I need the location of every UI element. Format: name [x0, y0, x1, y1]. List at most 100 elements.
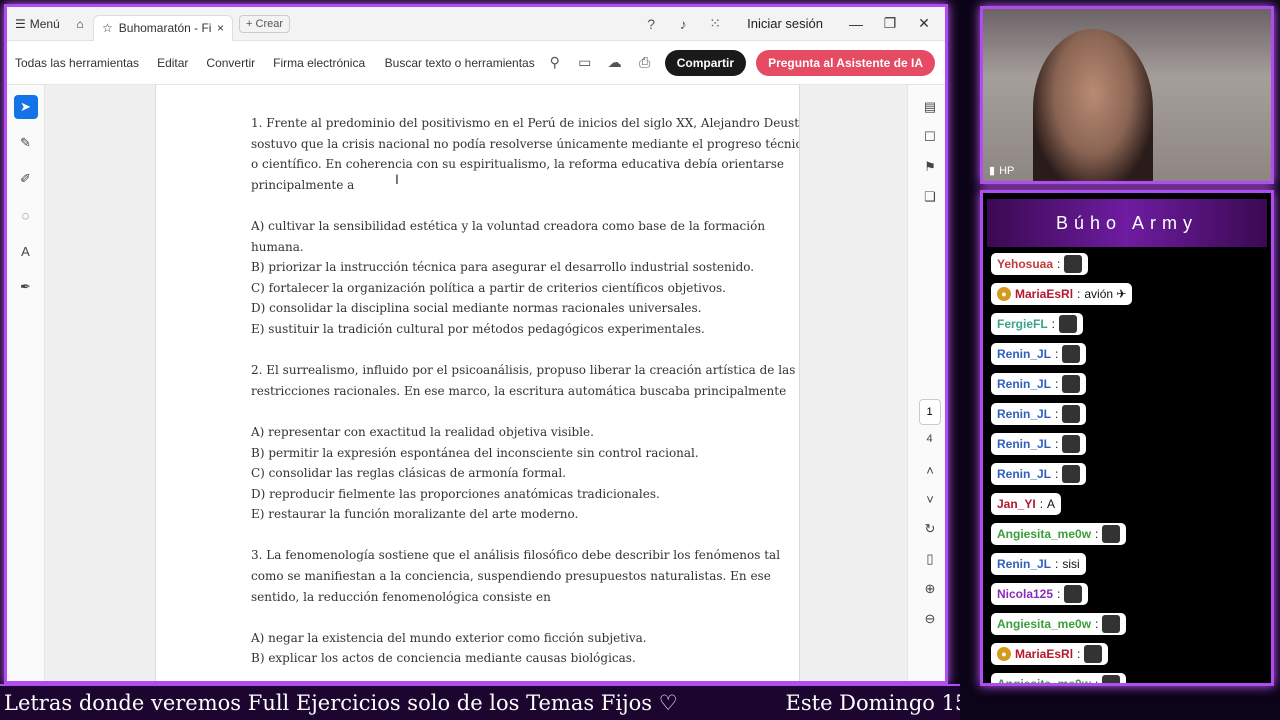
chevron-up-icon[interactable]: ˄: [908, 463, 945, 478]
document-paragraph: 3. La fenomenología sostiene que el anál…: [251, 545, 781, 607]
subscriber-badge-icon: ●: [997, 287, 1011, 301]
chat-colon: :: [1055, 407, 1059, 421]
chat-colon: :: [1055, 437, 1059, 451]
tool-edit[interactable]: Editar: [157, 56, 188, 70]
chat-username: Angiesita_me0w: [997, 617, 1092, 631]
page-text: 1. Frente al predominio del positivismo …: [251, 113, 799, 681]
emote-icon: [1062, 405, 1081, 423]
menu-button[interactable]: ☰ Menú: [7, 17, 67, 31]
draw-lasso-icon[interactable]: ◌: [14, 203, 38, 227]
emote-icon: [1102, 615, 1121, 633]
chat-message-row: Renin_JL:: [983, 373, 1271, 403]
restore-icon[interactable]: ❐: [879, 15, 901, 32]
plus-icon: +: [246, 17, 253, 30]
search-tools-label[interactable]: Buscar texto o herramientas: [385, 56, 535, 70]
minimize-icon[interactable]: —: [845, 16, 867, 32]
document-viewport[interactable]: 1. Frente al predominio del positivismo …: [45, 85, 907, 681]
chat-text: sisi: [1062, 557, 1080, 571]
chevron-down-icon[interactable]: ˅: [908, 492, 945, 507]
bookmark-icon[interactable]: ⚑: [908, 159, 945, 175]
emote-icon: [1059, 315, 1078, 333]
chat-message-row: Renin_JL:: [983, 343, 1271, 373]
current-page-input[interactable]: 1: [918, 399, 941, 425]
chat-message-row: ● MariaEsRl: avión ✈: [983, 283, 1271, 313]
chat-message: Jan_YI: A: [991, 493, 1062, 515]
select-cursor-icon[interactable]: ➤: [13, 95, 38, 119]
save-icon[interactable]: ▭: [575, 54, 595, 71]
text-line: E) sustituir la tradición cultural por m…: [251, 321, 705, 336]
chat-text: avión ✈: [1084, 287, 1127, 301]
page-fit-icon[interactable]: ▯: [908, 551, 945, 567]
tool-convert[interactable]: Convertir: [206, 56, 255, 70]
pdf-page[interactable]: 1. Frente al predominio del positivismo …: [155, 85, 800, 681]
new-tab-label: Crear: [255, 17, 284, 30]
chat-message: Renin_JL:: [991, 343, 1087, 365]
emote-icon: [1064, 255, 1083, 273]
search-icon[interactable]: ⚲: [545, 54, 565, 71]
chat-message-row: Renin_JL: sisi: [983, 553, 1271, 583]
text-line: humana.: [251, 239, 304, 254]
chat-username: Angiesita_me0w: [997, 677, 1092, 686]
text-line: A) representar con exactitud la realidad…: [251, 424, 594, 439]
print-icon[interactable]: ⎙: [635, 54, 655, 71]
tool-all-tools[interactable]: Todas las herramientas: [15, 56, 139, 70]
apps-grid-icon[interactable]: ⁙: [705, 15, 725, 32]
camera-label: ▮ HP: [989, 164, 1015, 178]
chat-message-row: Renin_JL:: [983, 403, 1271, 433]
document-paragraph: A) negar la existencia del mundo exterio…: [251, 628, 721, 669]
tool-esign[interactable]: Firma electrónica: [273, 56, 365, 70]
emote-icon: [1064, 585, 1083, 603]
zoom-out-icon[interactable]: ⊖: [908, 611, 945, 627]
close-tab-icon[interactable]: ×: [217, 21, 224, 35]
chat-message: Yehosuaa:: [991, 253, 1089, 275]
close-window-icon[interactable]: ✕: [913, 15, 935, 32]
add-comment-icon[interactable]: ✎: [14, 131, 38, 155]
text-line: E) restaurar la función moralizante del …: [251, 507, 579, 522]
chat-message: Nicola125:: [991, 583, 1089, 605]
chat-colon: :: [1095, 617, 1099, 631]
comment-panel-icon[interactable]: ▤: [908, 99, 945, 115]
new-tab-button[interactable]: + Crear: [239, 14, 291, 33]
chat-username: FergieFL: [997, 317, 1048, 331]
camera-name: HP: [999, 164, 1015, 177]
text-line: como se manifiestan a la conciencia, sus…: [251, 569, 771, 584]
document-paragraph: A) representar con exactitud la realidad…: [251, 422, 721, 525]
chat-text: A: [1047, 497, 1056, 511]
ticker-text-1: Letras donde veremos Full Ejercicios sol…: [4, 691, 678, 715]
chat-message: Angiesita_me0w:: [991, 673, 1127, 686]
toolbar: Todas las herramientas Editar Convertir …: [7, 41, 945, 85]
bell-icon[interactable]: ♪: [673, 16, 693, 32]
pages-icon[interactable]: ❏: [908, 189, 945, 205]
text-line: 3. La fenomenología sostiene que el anál…: [251, 548, 781, 563]
text-line: B) explicar los actos de conciencia medi…: [251, 651, 636, 666]
chat-colon: :: [1077, 287, 1081, 301]
zoom-in-icon[interactable]: ⊕: [908, 581, 945, 597]
highlight-pen-icon[interactable]: ✐: [14, 167, 38, 191]
annotations-icon[interactable]: ☐: [908, 129, 945, 145]
chat-colon: :: [1055, 377, 1059, 391]
text-line: A) negar la existencia del mundo exterio…: [251, 630, 647, 645]
chat-message: Renin_JL:: [991, 403, 1087, 425]
share-button[interactable]: Compartir: [664, 49, 747, 76]
text-line: principalmente a: [251, 177, 355, 192]
text-select-icon[interactable]: A: [14, 239, 38, 263]
upload-cloud-icon[interactable]: ☁: [605, 54, 625, 71]
ai-assistant-button[interactable]: Pregunta al Asistente de IA: [756, 49, 935, 76]
text-line: restricciones racionales. En ese marco, …: [251, 383, 787, 398]
chat-message-row: Angiesita_me0w:: [983, 673, 1271, 686]
signin-button[interactable]: Iniciar sesión: [747, 16, 823, 31]
chat-message: Renin_JL:: [991, 373, 1087, 395]
chat-message-row: Renin_JL:: [983, 433, 1271, 463]
refresh-icon[interactable]: ↻: [908, 521, 945, 537]
sign-pen-icon[interactable]: ✒: [14, 275, 38, 299]
text-line: 2. El surrealismo, influido por el psico…: [251, 363, 796, 378]
hamburger-icon: ☰: [15, 16, 26, 31]
emote-icon: [1062, 345, 1081, 363]
chat-username: Renin_JL: [997, 407, 1052, 421]
star-icon[interactable]: ☆: [102, 21, 113, 35]
help-icon[interactable]: ?: [641, 16, 661, 32]
text-line: A) cultivar la sensibilidad estética y l…: [251, 218, 766, 233]
chat-message: ● MariaEsRl:: [991, 643, 1109, 665]
document-tab[interactable]: ☆ Buhomaratón - Filos... ×: [93, 14, 233, 41]
home-icon[interactable]: ⌂: [67, 17, 93, 31]
